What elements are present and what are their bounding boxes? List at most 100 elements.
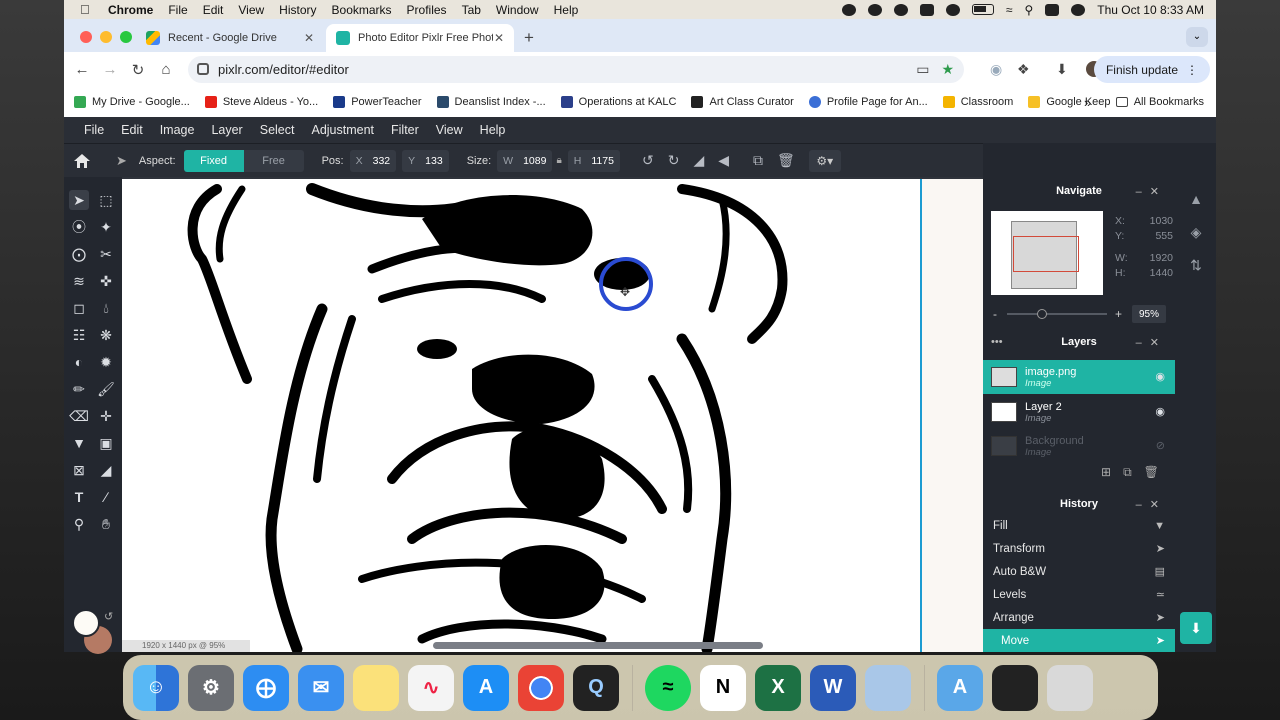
brush-tool-icon[interactable]: 🖌︎ <box>96 379 116 399</box>
zoom-tool-icon[interactable]: ⚲ <box>69 514 89 534</box>
visibility-eye-icon[interactable]: ◉ <box>1155 370 1165 383</box>
dodge-tool-icon[interactable]: ◐ <box>69 352 89 372</box>
app-store-icon[interactable]: A <box>463 664 509 711</box>
zoom-in-button[interactable]: + <box>1115 307 1122 321</box>
aspect-fixed-button[interactable]: Fixed <box>183 149 244 172</box>
layer-row[interactable]: Background Image ⊘ <box>983 429 1175 463</box>
zoom-slider-knob[interactable] <box>1037 309 1047 319</box>
marquee-tool-icon[interactable]: ⬚ <box>96 190 116 210</box>
pos-y-field[interactable]: Y 133 <box>402 149 449 172</box>
menubar-history[interactable]: History <box>279 3 316 17</box>
notes-icon[interactable] <box>353 664 399 711</box>
flip-horizontal-icon[interactable]: ◢ <box>693 152 704 169</box>
flip-vertical-icon[interactable]: ◀ <box>718 152 729 169</box>
foreground-color-swatch[interactable] <box>72 609 100 637</box>
w-value[interactable]: 1089 <box>523 155 546 167</box>
menu-adjustment[interactable]: Adjustment <box>311 123 374 137</box>
finish-update-button[interactable]: Finish update ⋮ <box>1093 56 1210 83</box>
duplicate-icon[interactable]: ⧉ <box>753 152 763 169</box>
history-item[interactable]: Fill ▼ <box>983 514 1175 537</box>
visibility-hidden-icon[interactable]: ⊘ <box>1156 439 1165 452</box>
lasso-tool-icon[interactable]: ⦿ <box>69 217 89 237</box>
menubar-edit[interactable]: Edit <box>203 3 224 17</box>
lock-ratio-icon[interactable]: 🔒︎ <box>556 155 561 166</box>
layers-icon[interactable]: ◈ <box>1187 224 1205 242</box>
history-item[interactable]: Transform ➤ <box>983 537 1175 560</box>
swap-colors-icon[interactable]: ↺ <box>104 610 113 623</box>
url-text[interactable]: pixlr.com/editor/#editor <box>218 62 349 77</box>
bookmark-star-icon[interactable]: ★ <box>941 61 954 78</box>
trash-icon[interactable] <box>1047 664 1093 711</box>
x-value[interactable]: 332 <box>373 155 391 167</box>
history-item-selected[interactable]: Move ➤ <box>983 629 1175 652</box>
menubar-profiles[interactable]: Profiles <box>407 3 447 17</box>
clone-stamp-icon[interactable]: ◻ <box>69 298 89 318</box>
home-icon[interactable] <box>74 153 90 168</box>
excel-icon[interactable]: X <box>755 664 801 711</box>
bookmark-profile-page[interactable]: Profile Page for An... <box>808 96 928 108</box>
layer-row[interactable]: Layer 2 Image ◉ <box>983 395 1175 429</box>
settings-gear-icon[interactable]: ⚙▾ <box>808 149 841 172</box>
menubar-view[interactable]: View <box>238 3 264 17</box>
close-tab-icon[interactable]: ✕ <box>304 31 314 45</box>
menu-view[interactable]: View <box>436 123 463 137</box>
menu-dots-icon[interactable]: ⋮ <box>1186 63 1198 77</box>
freeform-icon[interactable]: ∿ <box>408 664 454 711</box>
battery-icon[interactable] <box>971 4 994 15</box>
burn-tool-icon[interactable]: ✹ <box>96 352 116 372</box>
bookmark-powerteacher[interactable]: PowerTeacher <box>333 96 422 108</box>
finder-icon[interactable]: ☺ <box>133 664 179 711</box>
wifi-icon[interactable]: ≈ <box>1006 3 1013 17</box>
install-app-icon[interactable]: ▭ <box>916 61 929 78</box>
tab-search-button[interactable]: ⌄ <box>1186 27 1208 47</box>
record-icon[interactable] <box>841 3 856 16</box>
hand-tool-icon[interactable]: ✋︎ <box>96 514 116 534</box>
viewport-frame[interactable] <box>1013 236 1079 272</box>
horizontal-scrollbar[interactable] <box>433 642 763 649</box>
navigator-thumbnail[interactable] <box>991 211 1103 295</box>
close-window-button[interactable] <box>80 31 92 43</box>
pos-x-field[interactable]: X 332 <box>349 149 397 172</box>
menu-help[interactable]: Help <box>480 123 506 137</box>
pattern-tool-icon[interactable]: ☷ <box>69 325 89 345</box>
menu-layer[interactable]: Layer <box>211 123 242 137</box>
bookmark-steve-aldeus[interactable]: Steve Aldeus - Yo... <box>204 96 318 108</box>
eraser-tool-icon[interactable]: ⌫ <box>69 406 89 426</box>
preview-icon[interactable] <box>865 664 911 711</box>
system-settings-icon[interactable]: ⚙ <box>188 664 234 711</box>
safari-icon[interactable]: ⨁ <box>243 664 289 711</box>
gradient-tool-icon[interactable]: ▣ <box>96 433 116 453</box>
color-replace-icon[interactable]: ✛ <box>96 406 116 426</box>
select-shape-icon[interactable]: ◢ <box>96 460 116 480</box>
tab-pixlr[interactable]: Photo Editor Pixlr Free Photos ✕ <box>326 24 514 52</box>
dog-drawing[interactable]: ✥ <box>122 179 920 652</box>
zoom-out-button[interactable]: - <box>993 307 997 321</box>
visibility-eye-icon[interactable]: ◉ <box>1155 405 1165 418</box>
heal-tool-icon[interactable]: ✜ <box>96 271 116 291</box>
apple-icon[interactable]:  <box>80 2 94 17</box>
site-info-icon[interactable] <box>197 63 209 75</box>
menubar-clock[interactable]: Thu Oct 10 8:33 AM <box>1097 3 1204 17</box>
menu-file[interactable]: File <box>84 123 104 137</box>
navigator-icon[interactable]: ▲ <box>1187 191 1205 209</box>
applications-folder-icon[interactable]: A <box>937 664 983 711</box>
menubar-file[interactable]: File <box>168 3 187 17</box>
crop-tool-icon[interactable]: ⨀ <box>69 244 89 264</box>
panel-controls[interactable]: –✕ <box>1136 336 1167 349</box>
openai-icon[interactable] <box>867 3 882 16</box>
extensions-puzzle-icon[interactable]: ❖ <box>1017 61 1030 78</box>
history-item[interactable]: Arrange ➤ <box>983 606 1175 629</box>
reload-button[interactable]: ↻ <box>124 61 152 79</box>
zoom-slider[interactable] <box>1007 309 1107 319</box>
menubar-bookmarks[interactable]: Bookmarks <box>332 3 392 17</box>
history-item[interactable]: Levels ≃ <box>983 583 1175 606</box>
bookmark-google-keep[interactable]: Google Keep <box>1028 96 1111 108</box>
quicktime-icon[interactable]: Q <box>573 664 619 711</box>
size-h-field[interactable]: H 1175 <box>567 149 620 172</box>
all-bookmarks-button[interactable]: All Bookmarks <box>1115 96 1204 108</box>
history-item[interactable]: Auto B&W ▤ <box>983 560 1175 583</box>
grammarly-icon[interactable] <box>893 3 908 16</box>
bookmarks-overflow-button[interactable]: » <box>1084 95 1091 110</box>
add-layer-icon[interactable]: ⊞ <box>1101 465 1111 480</box>
zoom-window-button[interactable] <box>120 31 132 43</box>
